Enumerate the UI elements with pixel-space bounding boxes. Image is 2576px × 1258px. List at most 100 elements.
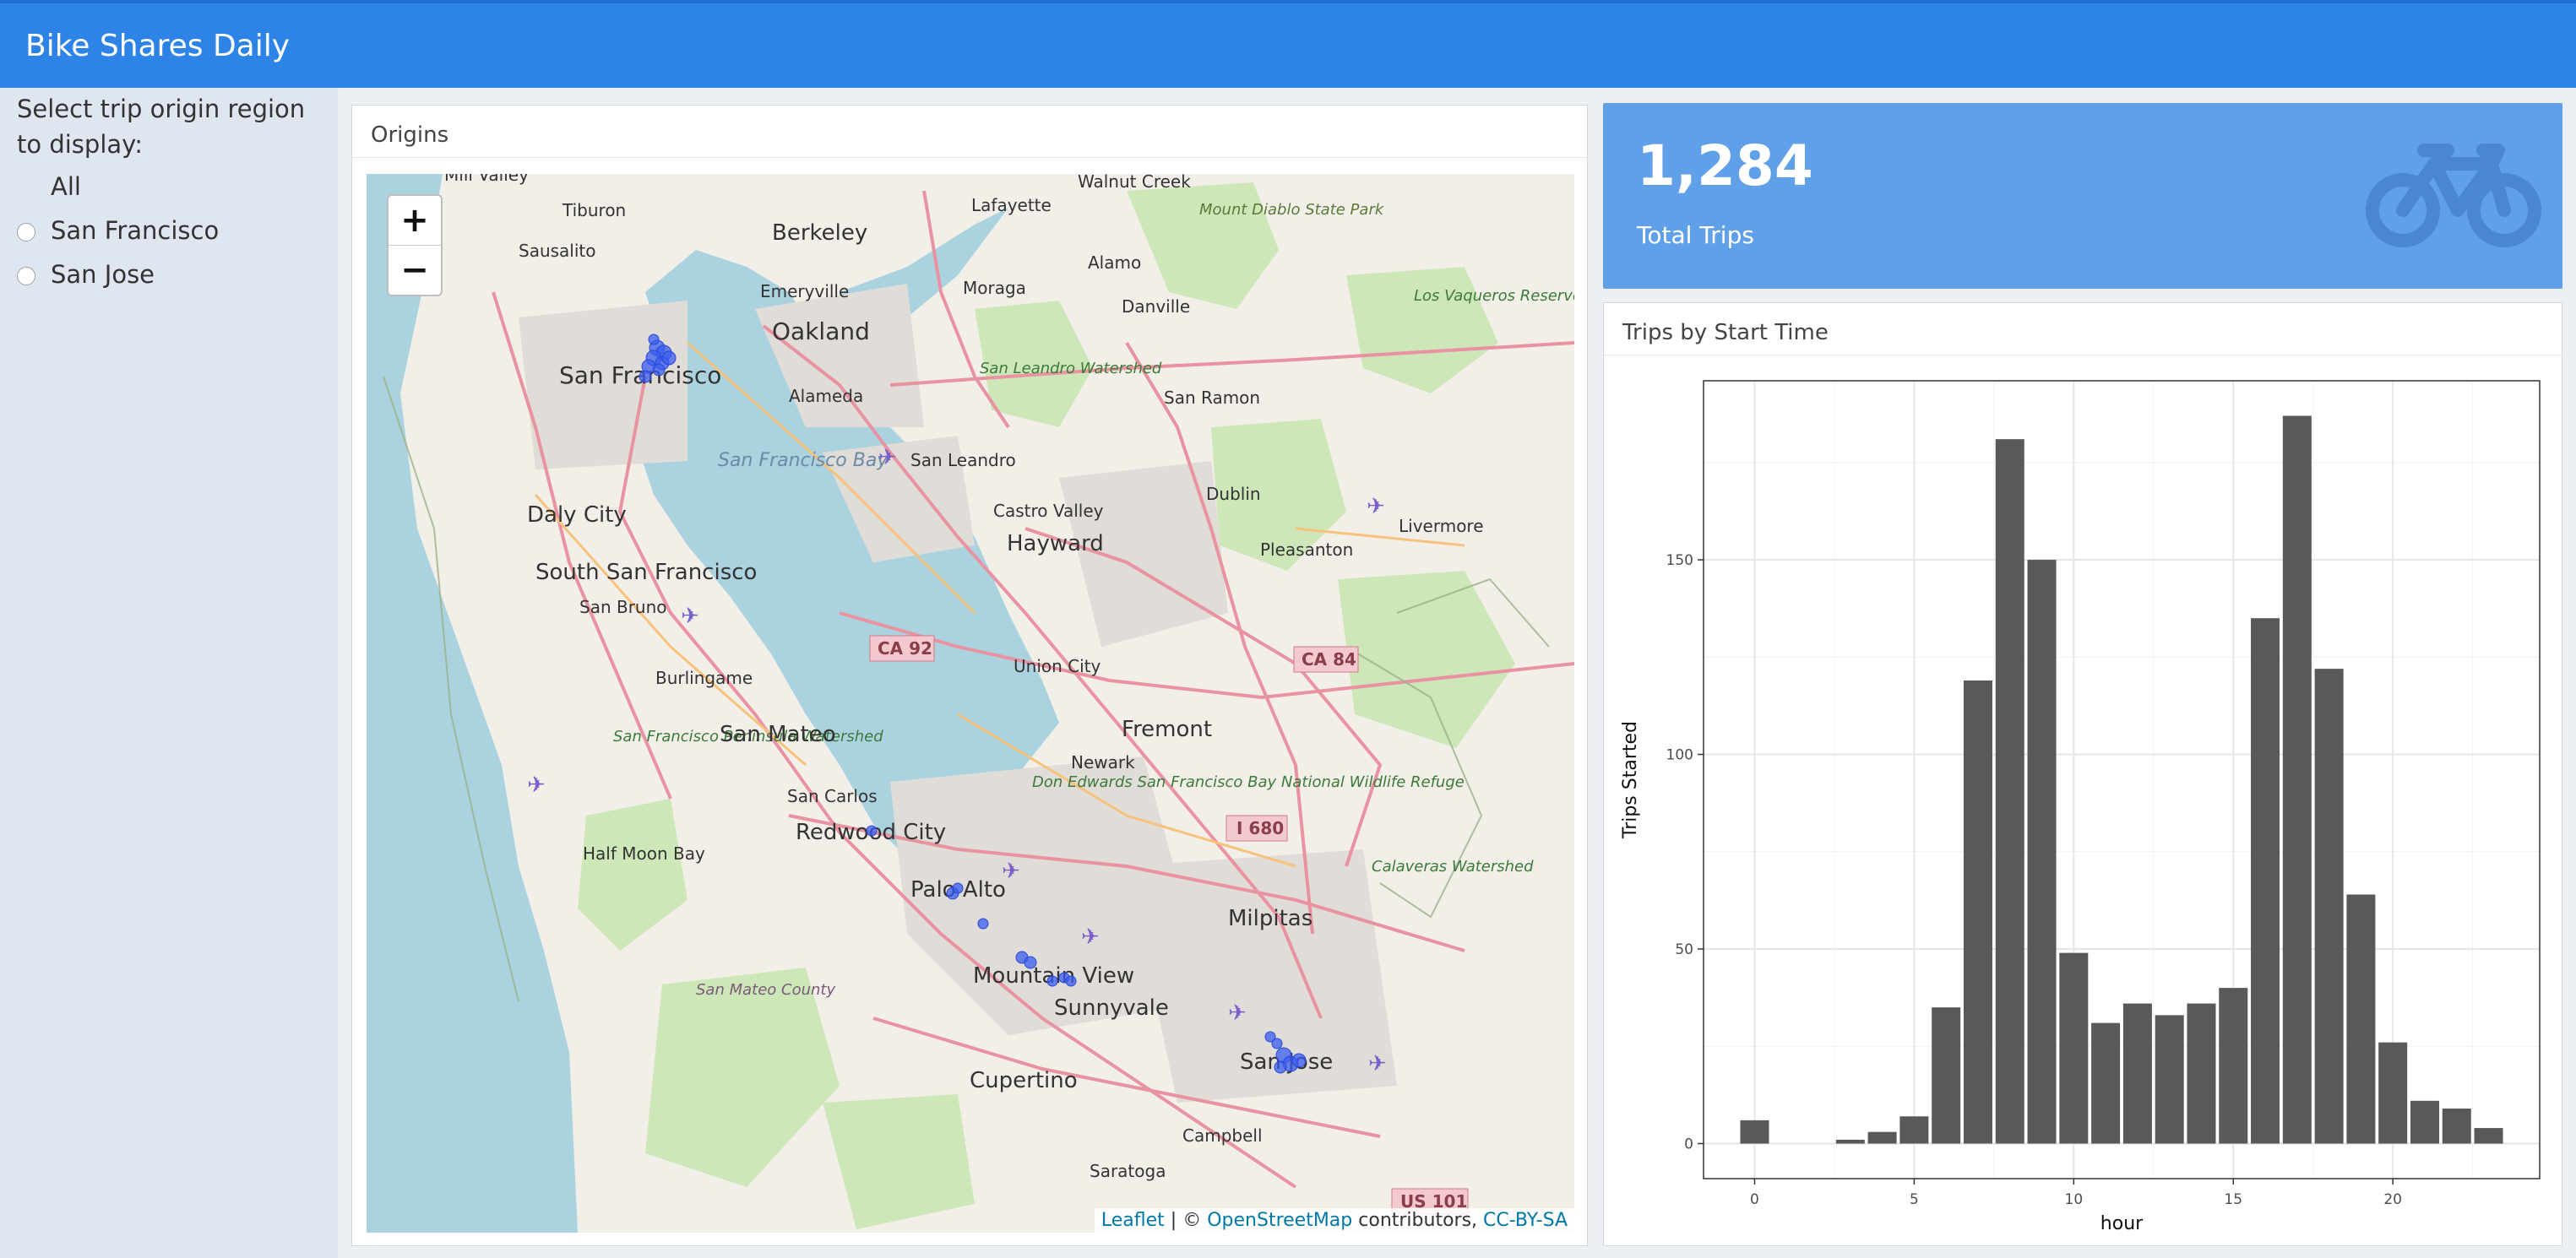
place-label: Moraga bbox=[963, 278, 1026, 298]
chart-bar[interactable] bbox=[2474, 1128, 2503, 1144]
trip-origin-marker[interactable] bbox=[866, 825, 878, 837]
chart-bar[interactable] bbox=[1740, 1120, 1769, 1144]
chart-bar[interactable] bbox=[2251, 618, 2280, 1144]
airport-icon: ✈ bbox=[878, 445, 897, 470]
airport-icon: ✈ bbox=[1228, 1000, 1247, 1026]
road-shield: I 680 bbox=[1236, 818, 1284, 838]
airport-icon: ✈ bbox=[1367, 494, 1385, 519]
chart-bar[interactable] bbox=[2282, 415, 2312, 1144]
trips-chart-panel: Trips by Start Time 0 5 10 15 20 0 50 100 150 hou… bbox=[1603, 302, 2562, 1246]
road-shield: CA 84 bbox=[1302, 649, 1356, 670]
app-title: Bike Shares Daily bbox=[25, 29, 291, 63]
trip-origin-marker[interactable] bbox=[952, 882, 964, 894]
place-label: Union City bbox=[1014, 656, 1101, 676]
y-tick-label: 50 bbox=[1675, 941, 1693, 958]
radio-option-all-label: All bbox=[51, 172, 81, 201]
chart-bar[interactable] bbox=[1995, 439, 2024, 1144]
chart-bar[interactable] bbox=[2187, 1003, 2216, 1144]
zoom-out-button[interactable]: − bbox=[389, 246, 441, 295]
place-label: Emeryville bbox=[760, 281, 849, 301]
place-label: Sunnyvale bbox=[1054, 995, 1169, 1021]
chart-bar[interactable] bbox=[2314, 669, 2344, 1144]
place-label: Tiburon bbox=[562, 200, 626, 220]
trip-origin-marker[interactable] bbox=[1024, 956, 1037, 969]
place-label: Los Vaqueros Reservoir and Watershed bbox=[1414, 287, 1574, 305]
plot-background bbox=[1704, 381, 2540, 1179]
x-axis-label: hour bbox=[2100, 1213, 2144, 1234]
radio-button[interactable] bbox=[17, 223, 35, 241]
chart-bar[interactable] bbox=[1932, 1007, 1961, 1144]
y-tick-label: 0 bbox=[1684, 1136, 1693, 1153]
zoom-in-button[interactable]: + bbox=[389, 196, 441, 246]
airport-icon: ✈ bbox=[1368, 1051, 1387, 1076]
leaflet-link[interactable]: Leaflet bbox=[1101, 1210, 1165, 1231]
attribution-contributors: contributors, bbox=[1352, 1210, 1484, 1231]
license-link[interactable]: CC-BY-SA bbox=[1483, 1210, 1568, 1231]
chart-bar[interactable] bbox=[1899, 1116, 1929, 1144]
place-label: San Leandro Watershed bbox=[980, 360, 1162, 377]
map-tiles: CA 92 CA 84 I 680 US 101 Mill Valley Tib… bbox=[367, 174, 1574, 1233]
place-label: Cupertino bbox=[970, 1068, 1078, 1093]
trip-origin-marker[interactable] bbox=[1274, 1060, 1287, 1074]
place-label: Daly City bbox=[527, 502, 627, 528]
trip-origin-marker[interactable] bbox=[639, 370, 652, 383]
place-label: Sausalito bbox=[519, 241, 596, 261]
place-label: Half Moon Bay bbox=[583, 843, 705, 864]
chart-bar[interactable] bbox=[2410, 1100, 2439, 1144]
sidebar: Select trip origin region to display: Al… bbox=[0, 88, 338, 1258]
place-label: San Leandro bbox=[910, 450, 1016, 470]
chart-bar[interactable] bbox=[2219, 988, 2248, 1144]
trip-origin-marker[interactable] bbox=[661, 350, 677, 366]
trip-origin-marker[interactable] bbox=[1046, 975, 1058, 987]
place-label: Castro Valley bbox=[993, 501, 1104, 521]
chart-bar[interactable] bbox=[2442, 1109, 2471, 1144]
place-label: Livermore bbox=[1399, 516, 1484, 536]
trip-origin-marker[interactable] bbox=[977, 918, 989, 930]
place-label: Lafayette bbox=[971, 195, 1052, 215]
trips-by-start-time-chart: 0 5 10 15 20 0 50 100 150 hour Trips Started bbox=[1620, 380, 2541, 1234]
radio-button[interactable] bbox=[17, 267, 35, 285]
x-tick-label: 0 bbox=[1750, 1191, 1759, 1208]
place-label: Walnut Creek bbox=[1078, 174, 1191, 192]
trips-chart-title: Trips by Start Time bbox=[1604, 303, 2562, 355]
region-select-label: Select trip origin region to display: bbox=[17, 95, 306, 159]
radio-option-san-jose-label: San Jose bbox=[51, 260, 155, 289]
place-label: Mount Diablo State Park bbox=[1199, 201, 1385, 219]
place-label: Don Edwards San Francisco Bay National W… bbox=[1032, 773, 1465, 791]
place-label: Dublin bbox=[1206, 484, 1261, 504]
trip-origin-marker[interactable] bbox=[652, 363, 666, 377]
chart-bar[interactable] bbox=[1835, 1139, 1865, 1144]
chart-bar[interactable] bbox=[2346, 894, 2376, 1144]
chart-bar[interactable] bbox=[2027, 560, 2057, 1144]
chart-bar[interactable] bbox=[2059, 952, 2089, 1144]
place-label: Alameda bbox=[789, 386, 863, 406]
trip-origin-marker[interactable] bbox=[1065, 975, 1077, 987]
airport-icon: ✈ bbox=[1002, 859, 1020, 884]
road-shield: CA 92 bbox=[878, 638, 932, 659]
x-tick-label: 10 bbox=[2065, 1191, 2084, 1208]
trip-origin-marker[interactable] bbox=[648, 333, 660, 345]
chart-bar[interactable] bbox=[1963, 680, 1992, 1144]
chart-bar[interactable] bbox=[2378, 1042, 2408, 1144]
trip-origin-marker[interactable] bbox=[1271, 1038, 1283, 1049]
top-navbar: Bike Shares Daily bbox=[0, 0, 2576, 88]
map-zoom-control: + − bbox=[387, 194, 443, 296]
place-label: Oakland bbox=[772, 317, 870, 345]
chart-bar[interactable] bbox=[1867, 1131, 1897, 1144]
chart-bar[interactable] bbox=[2122, 1003, 2152, 1144]
attribution-separator: | © bbox=[1164, 1210, 1208, 1231]
osm-link[interactable]: OpenStreetMap bbox=[1207, 1210, 1352, 1231]
map-attribution: Leaflet | © OpenStreetMap contributors, … bbox=[1094, 1208, 1574, 1233]
place-label: Berkeley bbox=[772, 220, 867, 246]
place-label: San Carlos bbox=[787, 786, 878, 806]
trip-origin-marker[interactable] bbox=[1291, 1053, 1307, 1068]
place-label: San Bruno bbox=[579, 597, 667, 617]
airport-icon: ✈ bbox=[681, 604, 699, 629]
place-label: South San Francisco bbox=[535, 560, 757, 585]
place-label: Danville bbox=[1122, 296, 1190, 317]
origins-map[interactable]: CA 92 CA 84 I 680 US 101 Mill Valley Tib… bbox=[367, 174, 1574, 1233]
chart-bar[interactable] bbox=[2155, 1015, 2184, 1144]
chart-bar[interactable] bbox=[2091, 1022, 2121, 1144]
place-label: Saratoga bbox=[1090, 1161, 1166, 1181]
radio-option-san-francisco-label: San Francisco bbox=[51, 216, 220, 245]
